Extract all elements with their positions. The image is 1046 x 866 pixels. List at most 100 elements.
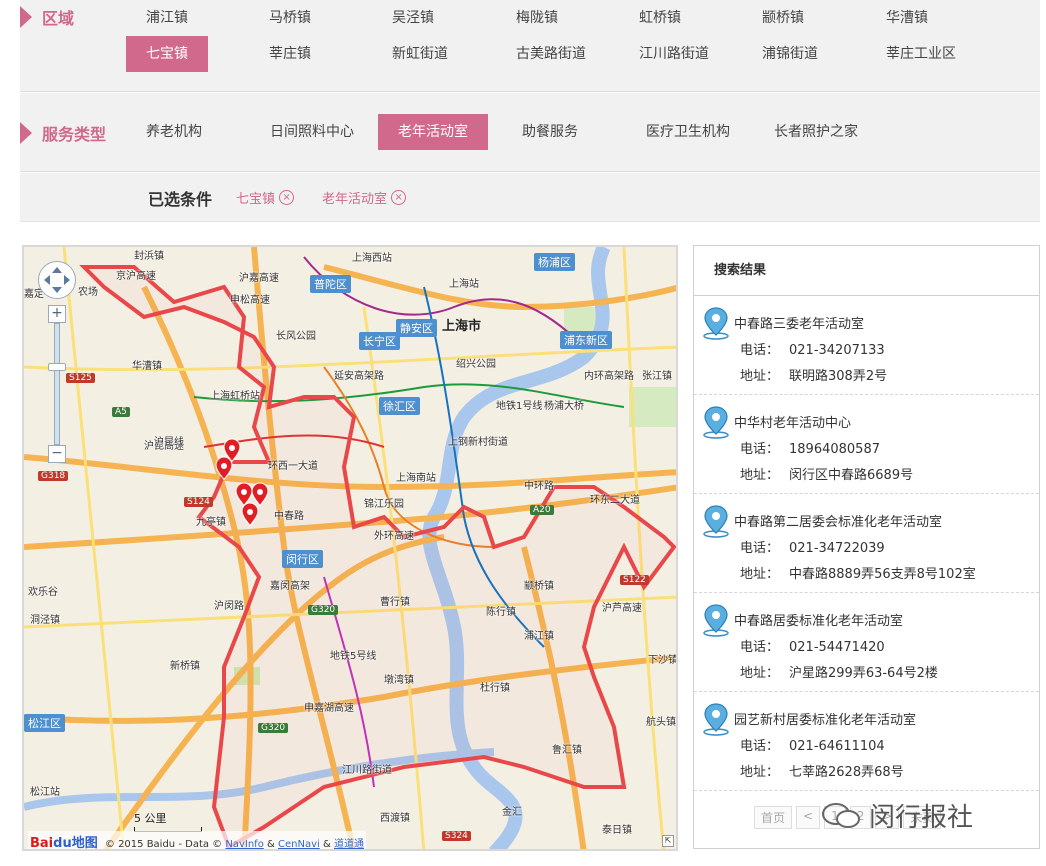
- first-page-button[interactable]: 首页: [754, 806, 793, 829]
- result-item[interactable]: 中春路三委老年活动室 电话： 021-34207133 地址： 联明路308弄2号: [694, 296, 1039, 395]
- map-label: 杜行镇: [480, 683, 510, 694]
- district-tag[interactable]: 徐汇区: [379, 397, 420, 415]
- map-label: 浦江镇: [524, 631, 554, 642]
- triangle-icon: [20, 6, 32, 28]
- remove-icon[interactable]: ×: [391, 190, 407, 205]
- chip-region[interactable]: 七宝镇 ×: [236, 188, 295, 207]
- remove-icon[interactable]: ×: [279, 190, 295, 205]
- zoom-in-button[interactable]: +: [48, 305, 66, 323]
- result-name[interactable]: 中春路三委老年活动室: [734, 313, 864, 332]
- location-pin-icon: [703, 307, 729, 340]
- address-key: 地址：: [740, 468, 780, 483]
- region-option[interactable]: 莘庄工业区: [886, 36, 982, 72]
- scale-bar: 5 公里: [134, 810, 202, 832]
- map-label: 上海虹桥站: [210, 391, 260, 402]
- chip-service[interactable]: 老年活动室 ×: [322, 188, 407, 207]
- phone-value: 021-34722039: [789, 541, 885, 556]
- results-panel: 搜索结果 中春路三委老年活动室 电话： 021-34207133 地址： 联明路308弄…: [693, 245, 1040, 849]
- service-option[interactable]: 助餐服务: [522, 114, 642, 150]
- pan-control-icon[interactable]: [38, 261, 76, 299]
- map-label: 京沪高速: [116, 271, 156, 282]
- result-name[interactable]: 园艺新村居委标准化老年活动室: [734, 709, 916, 728]
- zoom-slider-track[interactable]: [54, 323, 60, 445]
- service-option[interactable]: 老年活动室: [378, 114, 488, 150]
- daodaotong-link[interactable]: 道道通: [334, 839, 364, 849]
- prev-page-button[interactable]: <: [796, 806, 821, 829]
- expand-icon[interactable]: ⇱: [662, 835, 674, 847]
- map[interactable]: 普陀区 长宁区 静安区 杨浦区 浦东新区 徐汇区 闵行区 松江区 上海市 封浜镇…: [22, 245, 678, 851]
- scale-label: 5 公里: [134, 812, 167, 825]
- region-option[interactable]: 梅陇镇: [516, 0, 612, 36]
- road-sign: G318: [38, 471, 69, 481]
- navinfo-link[interactable]: NavInfo: [225, 839, 263, 849]
- service-option[interactable]: 养老机构: [146, 114, 266, 150]
- region-option[interactable]: 莘庄镇: [269, 36, 365, 72]
- map-label: 新桥镇: [170, 661, 200, 672]
- road-sign: A5: [112, 407, 130, 417]
- chip-service-label: 老年活动室: [322, 192, 388, 207]
- result-item[interactable]: 中春路第二居委会标准化老年活动室电话： 021-34722039 地址： 中春路888…: [694, 494, 1039, 593]
- map-label: 内环高架路: [584, 371, 634, 382]
- service-option[interactable]: 日间照料中心: [270, 114, 390, 150]
- region-option[interactable]: 马桥镇: [269, 0, 365, 36]
- phone-value: 18964080587: [789, 442, 880, 457]
- region-option[interactable]: 颛桥镇: [762, 0, 858, 36]
- district-tag[interactable]: 闵行区: [282, 550, 323, 568]
- district-tag[interactable]: 普陀区: [310, 275, 351, 293]
- result-name[interactable]: 中春路居委标准化老年活动室: [734, 610, 903, 629]
- map-label: 上海站: [449, 279, 479, 290]
- address-key: 地址：: [740, 765, 780, 780]
- map-label: 申嘉湖高速: [304, 703, 354, 714]
- service-option[interactable]: 医疗卫生机构: [646, 114, 766, 150]
- map-label: 沪芦高速: [602, 603, 642, 614]
- region-option[interactable]: 新虹街道: [392, 36, 488, 72]
- district-tag[interactable]: 静安区: [396, 319, 437, 337]
- location-pin-icon: [703, 604, 729, 637]
- map-label: 沪嘉高速: [239, 273, 279, 284]
- result-name[interactable]: 中华村老年活动中心: [734, 412, 851, 431]
- phone-value: 021-54471420: [789, 640, 885, 655]
- region-option[interactable]: 浦江镇: [146, 0, 242, 36]
- address-key: 地址：: [740, 666, 780, 681]
- district-tag[interactable]: 长宁区: [359, 332, 400, 350]
- district-tag[interactable]: 杨浦区: [534, 253, 575, 271]
- cennavi-link[interactable]: CenNavi: [278, 839, 320, 849]
- region-option[interactable]: 浦锦街道: [762, 36, 858, 72]
- region-option[interactable]: 华漕镇: [886, 0, 982, 36]
- map-label: 封浜镇: [134, 251, 164, 262]
- region-option[interactable]: 吴泾镇: [392, 0, 488, 36]
- map-label: 长风公园: [276, 331, 316, 342]
- filter-panel: 区域 浦江镇 马桥镇 吴泾镇 梅陇镇 虹桥镇 颛桥镇 华漕镇 七宝镇 莘庄镇 新虹街道 古美路街道江…: [20, 0, 1040, 222]
- map-label: 洞泾镇: [30, 615, 60, 626]
- result-phone: 电话： 021-34722039: [740, 537, 885, 556]
- result-name[interactable]: 中春路第二居委会标准化老年活动室: [734, 511, 942, 530]
- map-label: 上海南站: [396, 473, 436, 484]
- map-label: 杨浦大桥: [544, 401, 584, 412]
- service-option[interactable]: 长者照护之家: [774, 114, 894, 150]
- result-item[interactable]: 园艺新村居委标准化老年活动室 电话： 021-64611104 地址： 七莘路2628弄…: [694, 692, 1039, 791]
- phone-key: 电话：: [740, 541, 780, 556]
- region-option[interactable]: 古美路街道: [516, 36, 612, 72]
- district-tag[interactable]: 浦东新区: [560, 331, 612, 349]
- map-label: 泰日镇: [602, 825, 632, 836]
- region-option[interactable]: 七宝镇: [126, 36, 208, 72]
- result-item[interactable]: 中华村老年活动中心 电话： 18964080587 地址： 闵行区中春路6689号: [694, 395, 1039, 494]
- map-label: 下沙镇: [648, 655, 678, 666]
- region-option[interactable]: 虹桥镇: [639, 0, 735, 36]
- region-row: 区域 浦江镇 马桥镇 吴泾镇 梅陇镇 虹桥镇 颛桥镇 华漕镇 七宝镇 莘庄镇 新虹街道 古美路街道江…: [20, 0, 1040, 92]
- map-label: 中春路: [274, 511, 304, 522]
- zoom-slider-knob[interactable]: [48, 363, 66, 371]
- selected-conditions-label: 已选条件: [148, 190, 213, 209]
- baidu-map-logo: Baidu地图: [30, 836, 98, 849]
- map-label: 中环路: [524, 481, 554, 492]
- map-label: 曹行镇: [380, 597, 410, 608]
- district-tag[interactable]: 松江区: [24, 714, 65, 732]
- map-label: 沪闵路: [214, 601, 244, 612]
- road-sign: S125: [66, 373, 95, 383]
- zoom-out-button[interactable]: −: [48, 445, 66, 463]
- map-label: 地铁5号线: [330, 651, 377, 662]
- region-option[interactable]: 江川路街道: [639, 36, 735, 72]
- result-item[interactable]: 中春路居委标准化老年活动室 电话： 021-54471420 地址： 沪星路299弄63…: [694, 593, 1039, 692]
- result-address: 地址： 中春路8889弄56支弄8号102室: [740, 563, 976, 582]
- service-title-text: 服务类型: [42, 125, 107, 144]
